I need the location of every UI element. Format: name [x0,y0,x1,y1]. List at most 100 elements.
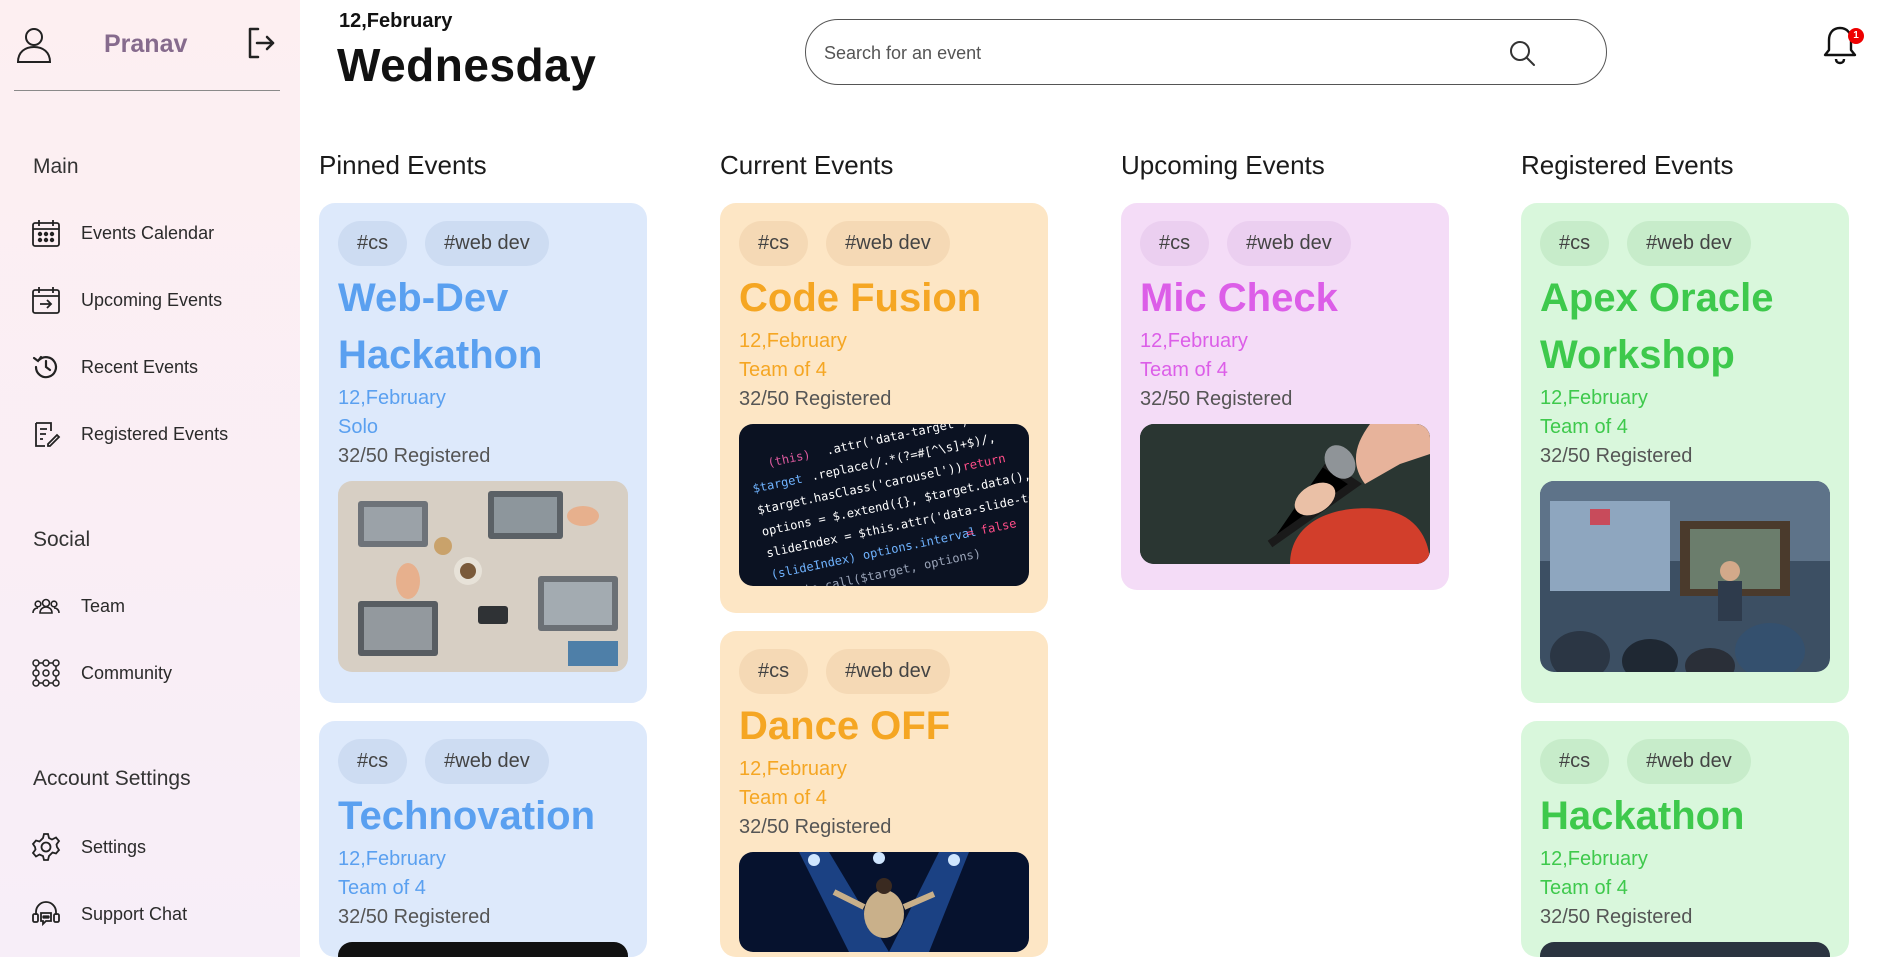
tag-list: #cs #web dev [739,649,1029,694]
event-card[interactable]: #cs #web dev Mic Check 12,February Team … [1121,203,1449,590]
tag-chip[interactable]: #web dev [826,649,950,694]
event-registered-count: 32/50 Registered [739,388,892,410]
tag-chip[interactable]: #web dev [1227,221,1351,266]
tag-chip[interactable]: #cs [1540,221,1610,266]
event-registered-count: 32/50 Registered [1540,906,1693,928]
sidebar-item-label: Upcoming Events [81,289,223,310]
tag-chip[interactable]: #cs [739,221,809,266]
event-title-line: Dance OFF [739,704,951,748]
notification-badge: 1 [1848,28,1864,44]
logout-icon[interactable] [246,26,276,60]
sidebar-divider [14,90,280,91]
event-registered-count: 32/50 Registered [1540,445,1693,467]
event-title: Apex Oracle Workshop [1540,270,1830,384]
clipboard-edit-icon [30,418,62,450]
tag-list: #cs #web dev [338,221,628,266]
workshop-classroom-image [1540,481,1830,672]
event-title-line: Apex Oracle [1540,276,1774,320]
code-screen-image: (this) .attr('data-target') $target .repla… [739,424,1029,586]
event-date: 12,February [338,848,446,870]
event-title: Mic Check [1140,270,1430,327]
event-card[interactable]: #cs #web dev Hackathon 12,February Team … [1521,721,1849,957]
sidebar-item-recent-events[interactable]: Recent Events [30,347,280,387]
sidebar-section-account-settings: Account Settings [33,767,191,790]
tag-chip[interactable]: #cs [338,221,408,266]
event-title: Code Fusion [739,270,1029,327]
tag-chip[interactable]: #cs [1140,221,1210,266]
event-team-size: Team of 4 [739,787,827,809]
history-icon [30,351,62,383]
event-title: Web-Dev Hackathon [338,270,628,384]
event-registered-count: 32/50 Registered [338,906,491,928]
notification-bell[interactable]: 1 [1822,24,1864,68]
tag-chip[interactable]: #web dev [425,221,549,266]
team-icon [30,590,62,622]
tag-list: #cs #web dev [739,221,1029,266]
event-team-size: Team of 4 [739,359,827,381]
event-title-line: Hackathon [338,333,543,377]
app-root: Pranav Main Events Calendar Upcoming Eve… [0,0,1886,957]
sidebar-section-social: Social [33,528,91,551]
tag-chip[interactable]: #web dev [425,739,549,784]
tag-chip[interactable]: #cs [1540,739,1610,784]
header-day: Wednesday [337,39,597,91]
community-icon [30,657,62,689]
column-title-pinned: Pinned Events [319,150,487,180]
column-title-registered: Registered Events [1521,150,1734,180]
event-card[interactable]: #cs #web dev Code Fusion 12,February Tea… [720,203,1048,613]
sidebar-item-team[interactable]: Team [30,586,280,626]
sidebar-item-label: Support Chat [81,903,188,924]
event-date: 12,February [739,758,847,780]
sidebar: Pranav Main Events Calendar Upcoming Eve… [0,0,300,957]
sidebar-item-upcoming-events[interactable]: Upcoming Events [30,280,280,320]
event-card[interactable]: #cs #web dev Apex Oracle Workshop 12,Feb… [1521,203,1849,703]
event-title: Dance OFF [739,698,1029,755]
sidebar-item-registered-events[interactable]: Registered Events [30,414,280,454]
sidebar-item-events-calendar[interactable]: Events Calendar [30,213,280,253]
event-card[interactable]: #cs #web dev Dance OFF 12,February Team … [720,631,1048,957]
event-team-size: Solo [338,416,379,438]
laptops-on-table-image [338,481,628,672]
event-title-line: Technovation [338,794,596,838]
event-title-line: Mic Check [1140,276,1338,320]
calendar-arrow-icon [30,284,62,316]
tag-chip[interactable]: #web dev [1627,221,1751,266]
microphone-singer-image [1140,424,1430,564]
sidebar-item-label: Events Calendar [81,222,215,243]
calendar-icon [30,217,62,249]
event-title: Hackathon [1540,788,1830,845]
search-input[interactable] [824,38,1484,68]
event-image [1540,942,1830,957]
event-title-line: Web-Dev [338,276,509,320]
tag-chip[interactable]: #cs [739,649,809,694]
header-date: 12,February [339,10,453,32]
tag-chip[interactable]: #web dev [1627,739,1751,784]
event-title: Technovation [338,788,628,845]
user-avatar-icon[interactable] [14,24,54,64]
column-title-upcoming: Upcoming Events [1121,150,1325,180]
event-team-size: Team of 4 [1540,877,1628,899]
event-title-line: Workshop [1540,333,1735,377]
tag-chip[interactable]: #cs [338,739,408,784]
search-bar [805,19,1607,85]
event-card[interactable]: #cs #web dev Technovation 12,February Te… [319,721,647,957]
sidebar-item-settings[interactable]: Settings [30,827,280,867]
event-date: 12,February [1540,387,1648,409]
tag-list: #cs #web dev [1540,221,1830,266]
sidebar-item-label: Team [81,595,126,616]
tag-chip[interactable]: #web dev [826,221,950,266]
event-registered-count: 32/50 Registered [739,816,892,838]
event-team-size: Team of 4 [338,877,426,899]
event-card[interactable]: #cs #web dev Web-Dev Hackathon 12,Februa… [319,203,647,703]
event-registered-count: 32/50 Registered [1140,388,1293,410]
sidebar-item-community[interactable]: Community [30,653,280,693]
search-icon[interactable] [1506,37,1538,69]
gear-icon [30,831,62,863]
sidebar-item-label: Community [81,662,173,683]
event-date: 12,February [1140,330,1248,352]
event-title-line: Hackathon [1540,794,1745,838]
sidebar-item-label: Recent Events [81,356,199,377]
username: Pranav [104,30,188,58]
event-team-size: Team of 4 [1140,359,1228,381]
sidebar-item-support-chat[interactable]: Support Chat [30,894,280,934]
